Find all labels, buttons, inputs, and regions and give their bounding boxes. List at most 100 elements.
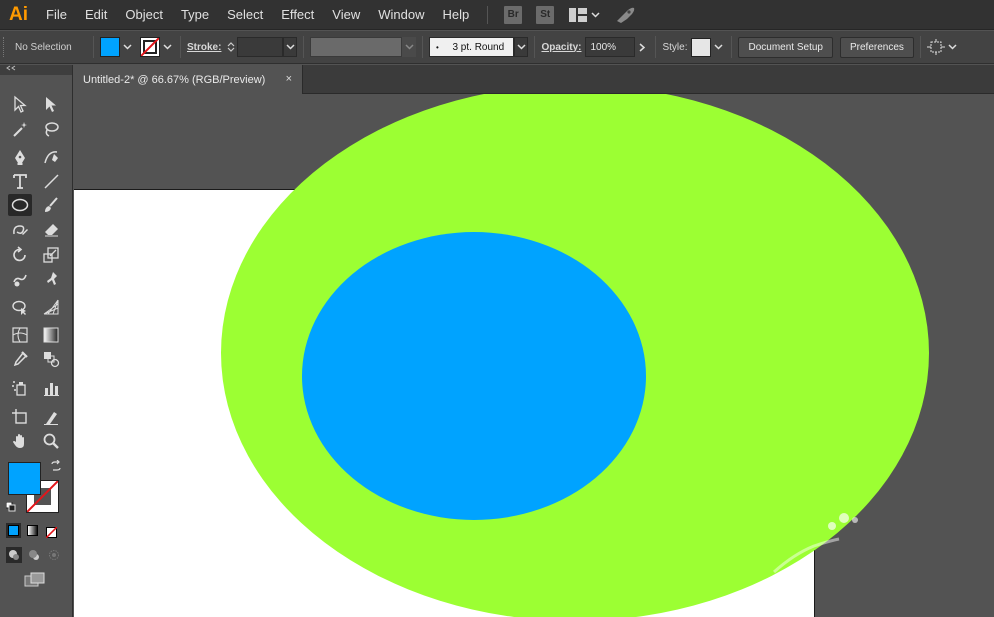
paintbrush-icon xyxy=(45,197,58,212)
align-options-button[interactable] xyxy=(926,39,957,55)
curvature-icon xyxy=(44,151,58,164)
gpu-performance-button[interactable] xyxy=(614,6,636,24)
tools-panel-header[interactable] xyxy=(0,65,72,75)
brush-definition-label: 3 pt. Round xyxy=(452,41,505,53)
fill-swatch[interactable] xyxy=(100,37,120,57)
line-segment-tool[interactable] xyxy=(39,170,63,192)
profile-dropdown[interactable] xyxy=(402,37,417,57)
brush-dot-icon: • xyxy=(436,42,439,52)
stroke-weight-dropdown[interactable] xyxy=(283,37,298,57)
screen-mode-button[interactable] xyxy=(24,572,46,593)
fill-dropdown[interactable] xyxy=(120,37,134,57)
canvas-area[interactable] xyxy=(74,94,994,617)
symbol-sprayer-tool[interactable] xyxy=(8,377,32,399)
artboard-tool[interactable] xyxy=(8,406,32,428)
mesh-tool[interactable] xyxy=(8,324,32,346)
opacity-field[interactable]: 100% xyxy=(585,37,636,57)
column-graph-icon xyxy=(44,383,59,396)
menu-window[interactable]: Window xyxy=(369,0,433,30)
chevron-down-icon xyxy=(591,11,600,18)
menu-select[interactable]: Select xyxy=(218,0,272,30)
direct-selection-tool[interactable] xyxy=(39,93,63,115)
draw-mode-row xyxy=(6,547,62,563)
draw-behind-icon xyxy=(29,550,39,560)
control-separator xyxy=(93,36,94,58)
style-dropdown[interactable] xyxy=(711,37,725,57)
bridge-button[interactable]: Br xyxy=(504,5,523,24)
pen-tool[interactable] xyxy=(8,146,32,168)
control-separator xyxy=(731,36,733,58)
lasso-tool[interactable] xyxy=(39,118,63,140)
none-mode-button[interactable] xyxy=(44,523,59,539)
menu-file[interactable]: File xyxy=(37,0,76,30)
stroke-weight-stepper[interactable] xyxy=(225,37,237,57)
puppet-warp-tool[interactable] xyxy=(39,268,63,290)
draw-behind-button[interactable] xyxy=(26,547,42,563)
menu-type[interactable]: Type xyxy=(172,0,218,30)
menu-object[interactable]: Object xyxy=(116,0,172,30)
blend-tool[interactable] xyxy=(39,348,63,370)
warp-tool[interactable] xyxy=(8,268,32,290)
menu-help[interactable]: Help xyxy=(433,0,478,30)
stroke-swatch[interactable] xyxy=(140,37,160,57)
shape-builder-tool[interactable] xyxy=(8,296,32,318)
type-tool[interactable] xyxy=(8,170,32,192)
direct-selection-icon xyxy=(46,97,56,112)
selection-tool[interactable] xyxy=(8,93,32,115)
chevron-down-icon xyxy=(286,44,295,50)
artwork-layer xyxy=(221,94,929,617)
curvature-tool[interactable] xyxy=(39,146,63,168)
swap-fill-stroke-icon[interactable] xyxy=(50,460,62,472)
arrange-documents-button[interactable] xyxy=(569,7,600,22)
variable-width-profile[interactable] xyxy=(310,37,403,57)
menu-view[interactable]: View xyxy=(323,0,369,30)
document-setup-button[interactable]: Document Setup xyxy=(738,36,833,58)
inner-blue-ellipse[interactable] xyxy=(302,232,646,520)
slice-tool[interactable] xyxy=(39,406,63,428)
ellipse-tool[interactable] xyxy=(8,194,32,216)
symbol-sprayer-icon xyxy=(12,381,26,396)
chevron-down-icon xyxy=(122,44,132,50)
paintbrush-tool[interactable] xyxy=(39,194,63,216)
blend-icon xyxy=(44,352,60,368)
draw-inside-icon xyxy=(49,550,59,560)
opacity-dropdown[interactable] xyxy=(635,37,649,57)
default-fill-stroke-icon[interactable] xyxy=(6,502,16,512)
magic-wand-tool[interactable] xyxy=(8,118,32,140)
column-graph-tool[interactable] xyxy=(39,377,63,399)
style-swatch[interactable] xyxy=(691,37,712,57)
color-mode-button[interactable] xyxy=(6,523,21,538)
eyedropper-icon xyxy=(13,351,28,367)
document-tab[interactable]: Untitled-2* @ 66.67% (RGB/Preview) × xyxy=(74,65,303,94)
stock-button[interactable]: St xyxy=(536,5,555,24)
scale-tool[interactable] xyxy=(39,244,63,266)
perspective-grid-tool[interactable] xyxy=(39,296,63,318)
hand-tool[interactable] xyxy=(8,430,32,452)
menu-edit[interactable]: Edit xyxy=(76,0,116,30)
gradient-mode-button[interactable] xyxy=(25,523,40,538)
artboard-icon xyxy=(12,409,27,424)
scale-icon xyxy=(43,247,59,263)
rotate-tool[interactable] xyxy=(8,244,32,266)
draw-normal-button[interactable] xyxy=(6,547,22,563)
close-icon[interactable]: × xyxy=(286,73,292,85)
preferences-button[interactable]: Preferences xyxy=(839,36,914,58)
brush-definition-field[interactable]: • 3 pt. Round xyxy=(429,37,515,57)
stroke-weight-field[interactable] xyxy=(237,37,284,57)
zoom-tool[interactable] xyxy=(39,430,63,452)
eyedropper-tool[interactable] xyxy=(8,348,32,370)
fill-color-swatch-front[interactable] xyxy=(8,462,41,495)
gradient-tool[interactable] xyxy=(39,324,63,346)
brush-dropdown[interactable] xyxy=(514,37,529,57)
selection-icon xyxy=(14,95,27,113)
slice-icon xyxy=(44,412,58,425)
control-separator xyxy=(180,36,181,58)
menu-effect[interactable]: Effect xyxy=(272,0,323,30)
shaper-tool[interactable] xyxy=(8,218,32,240)
chevron-down-icon xyxy=(162,44,172,50)
hand-icon xyxy=(13,434,24,448)
stroke-dropdown[interactable] xyxy=(160,37,174,57)
document-tab-title: Untitled-2* @ 66.67% (RGB/Preview) xyxy=(83,73,266,86)
draw-inside-button[interactable] xyxy=(46,547,62,563)
eraser-tool[interactable] xyxy=(39,218,63,240)
